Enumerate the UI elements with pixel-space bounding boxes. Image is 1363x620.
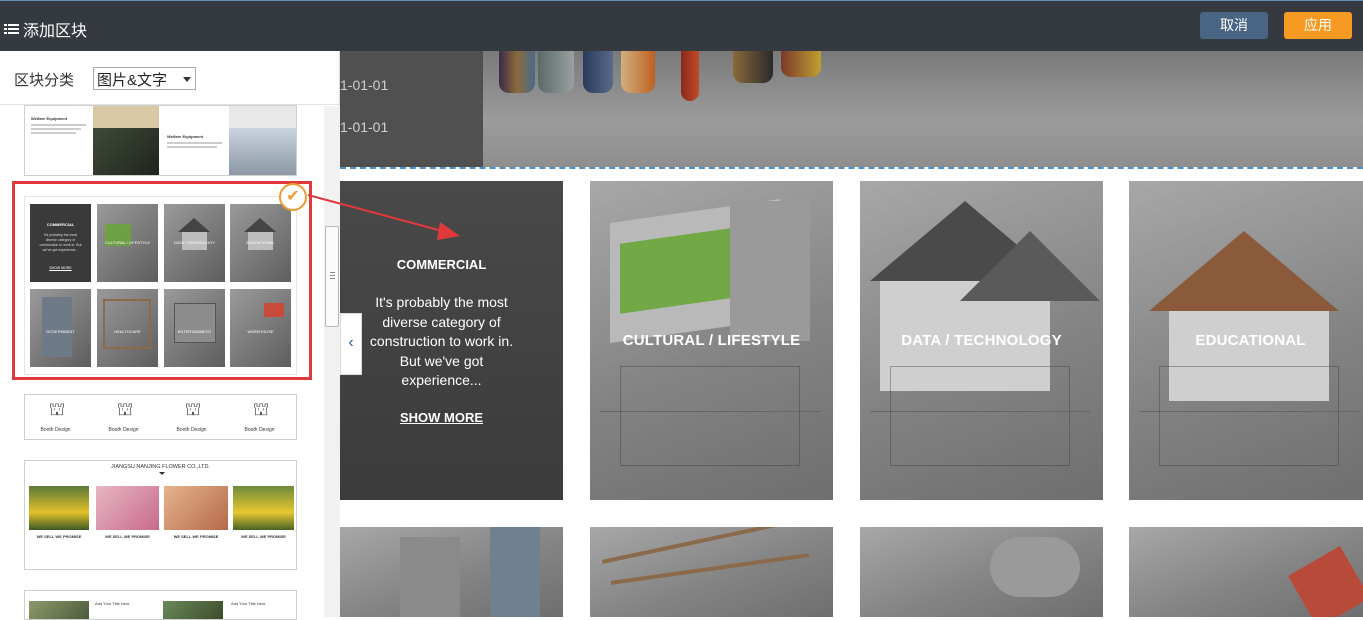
card-image: [164, 486, 228, 530]
cancel-button[interactable]: 取消: [1200, 12, 1268, 39]
block-separator: [340, 167, 1363, 169]
tile-educational[interactable]: EDUCATIONAL: [1129, 181, 1363, 500]
card-image: [96, 486, 159, 530]
booth-icon: ⛫: [184, 399, 202, 419]
dialog-title-text: 添加区块: [23, 23, 88, 40]
card-image: [93, 128, 159, 175]
booth-label: Booth Design: [244, 427, 275, 433]
card-heading: Add Your Title Here: [231, 601, 266, 606]
card-heading: Add Your Title Here: [95, 601, 130, 606]
hero-dates-panel: 1-01-01 1-01-01: [340, 51, 483, 167]
preview-canvas: 1-01-01 1-01-01 COMMERCIAL It's probably…: [340, 51, 1363, 617]
tile-label: EDUCATIONAL: [1195, 332, 1306, 349]
card-heading: WE SELL WE PROMISE: [105, 534, 150, 539]
booth-label: Booth Design: [40, 427, 71, 433]
card-title: JIANGSU NANJING FLOWER CO.,LTD.: [111, 464, 210, 470]
chevron-down-icon: [183, 77, 191, 82]
tile-entertainment[interactable]: [860, 527, 1103, 617]
hero-image: [483, 51, 1363, 167]
card-image: [29, 601, 89, 619]
card-image: [93, 106, 159, 128]
card-caption: Welfare Equipment: [31, 116, 68, 121]
selected-block-frame: [12, 181, 312, 380]
tile-data-technology[interactable]: DATA / TECHNOLOGY: [860, 181, 1103, 500]
card-text-column: Welfare Equipment: [31, 116, 91, 138]
booth-icon: ⛫: [116, 399, 134, 419]
category-label: 区块分类: [14, 72, 75, 89]
card-heading: WE SELL WE PROMISE: [36, 534, 82, 539]
top-bar: 添加区块 取消 应用: [0, 0, 1363, 51]
category-bar: 区块分类 图片&文字: [0, 51, 340, 105]
sidebar-scrollbar[interactable]: [324, 106, 340, 617]
chevron-down-icon: [159, 472, 165, 475]
tile-commercial: COMMERCIAL It's probably the most divers…: [340, 181, 563, 500]
tile-warehouse[interactable]: [1129, 527, 1363, 617]
checkmark-icon: ✔: [279, 183, 307, 211]
show-more-link[interactable]: SHOW MORE: [340, 410, 543, 425]
tile-label: CULTURAL / LIFESTYLE: [622, 332, 801, 349]
tile-government[interactable]: [340, 527, 563, 617]
scrollbar-thumb[interactable]: [325, 226, 339, 327]
tile-label: DATA / TECHNOLOGY: [901, 332, 1062, 349]
date-text: 1-01-01: [340, 119, 389, 135]
card-image: [163, 601, 223, 619]
block-thumbnail-3[interactable]: ⛫ Booth Design ⛫ Booth Design ⛫ Booth De…: [24, 394, 297, 440]
card-heading: WE SELL WE PROMISE: [241, 534, 286, 539]
dialog-title: 添加区块: [4, 17, 87, 41]
category-select[interactable]: 图片&文字: [93, 67, 196, 90]
card-heading: WE SELL WE PROMISE: [173, 534, 219, 539]
card-image: [229, 128, 296, 175]
booth-icon: ⛫: [48, 399, 66, 419]
carousel-prev-button[interactable]: ‹: [340, 313, 362, 375]
card-caption: Welfare Equipment: [167, 134, 204, 139]
card-image: [29, 486, 89, 530]
booth-label: Booth Design: [176, 427, 207, 433]
card-image: [229, 106, 296, 128]
tile-description: It's probably the most diverse category …: [369, 294, 514, 388]
apply-button[interactable]: 应用: [1284, 12, 1352, 39]
category-select-value: 图片&文字: [97, 72, 168, 89]
grip-icon: [330, 272, 335, 281]
tile-cultural-lifestyle[interactable]: CULTURAL / LIFESTYLE: [590, 181, 833, 500]
block-thumbnail-4[interactable]: JIANGSU NANJING FLOWER CO.,LTD. WE SELL …: [24, 460, 297, 570]
list-icon: [4, 23, 19, 35]
card-image: [233, 486, 294, 530]
block-thumbnail-1[interactable]: Welfare Equipment Welfare Equipment: [24, 105, 297, 176]
date-text: 1-01-01: [340, 77, 389, 93]
tile-healthcare[interactable]: [590, 527, 833, 617]
tile-title: COMMERCIAL: [396, 257, 487, 272]
booth-icon: ⛫: [252, 399, 270, 419]
chevron-left-icon: ‹: [348, 334, 354, 351]
block-thumbnail-5[interactable]: Add Your Title Here Add Your Title Here: [24, 590, 297, 620]
booth-label: Booth Design: [108, 427, 139, 433]
block-sidebar: 区块分类 图片&文字 Welfare Equipment Welfare Equ…: [0, 51, 340, 620]
card-text-column: Welfare Equipment: [167, 134, 227, 156]
